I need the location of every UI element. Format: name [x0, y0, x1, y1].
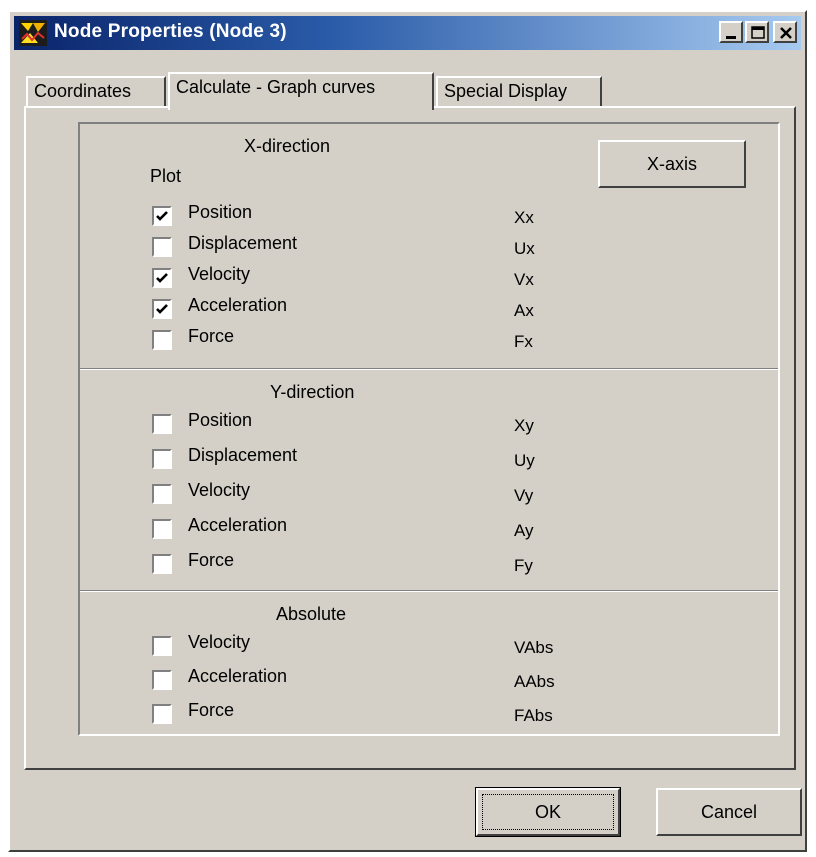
abs-force-label: Force	[188, 700, 235, 720]
x-acceleration-symbol: Ax	[514, 301, 534, 320]
y-position-symbol: Xy	[514, 416, 534, 435]
x-acceleration-label: Acceleration	[188, 295, 288, 315]
y-direction-section: Y-direction Position Xy Displacement Uy …	[80, 370, 778, 590]
y-velocity-symbol: Vy	[514, 486, 534, 505]
window-title: Node Properties (Node 3)	[54, 21, 287, 42]
y-force-symbol: Fy	[514, 556, 533, 575]
graph-options-frame: X-direction Plot X-axis Position Xx Disp…	[78, 122, 780, 736]
y-force-checkbox[interactable]	[152, 554, 172, 574]
y-position-checkbox[interactable]	[152, 414, 172, 434]
y-velocity-checkbox[interactable]	[152, 484, 172, 504]
y-position-label: Position	[188, 410, 253, 430]
maximize-icon	[751, 26, 765, 39]
check-icon	[156, 304, 168, 314]
cancel-button-label: Cancel	[700, 802, 758, 822]
x-velocity-symbol: Vx	[514, 270, 534, 289]
x-axis-button[interactable]: X-axis	[598, 140, 746, 188]
x-position-symbol: Xx	[514, 208, 534, 227]
absolute-section: Absolute Velocity VAbs Acceleration AAbs…	[80, 592, 778, 732]
close-button[interactable]	[773, 21, 797, 43]
x-position-label: Position	[188, 202, 253, 222]
check-icon	[156, 273, 168, 283]
plot-label: Plot	[150, 166, 182, 186]
y-acceleration-checkbox[interactable]	[152, 519, 172, 539]
abs-force-checkbox[interactable]	[152, 704, 172, 724]
title-bar[interactable]: Node Properties (Node 3)	[14, 16, 801, 50]
y-force-label: Force	[188, 550, 235, 570]
x-force-symbol: Fx	[514, 332, 533, 351]
y-displacement-label: Displacement	[188, 445, 298, 465]
abs-velocity-checkbox[interactable]	[152, 636, 172, 656]
y-displacement-symbol: Uy	[514, 451, 535, 470]
x-direction-title: X-direction	[244, 136, 331, 156]
close-icon	[780, 27, 792, 39]
ok-button-label: OK	[534, 802, 561, 822]
x-force-label: Force	[188, 326, 235, 346]
x-position-checkbox[interactable]	[152, 206, 172, 226]
y-displacement-checkbox[interactable]	[152, 449, 172, 469]
abs-velocity-label: Velocity	[188, 632, 251, 652]
tab-coordinates[interactable]: Coordinates	[26, 76, 166, 106]
node-properties-dialog: Node Properties (Node 3) Coordinates Cal…	[8, 10, 807, 852]
abs-acceleration-symbol: AAbs	[514, 672, 555, 691]
x-acceleration-checkbox[interactable]	[152, 299, 172, 319]
x-displacement-checkbox[interactable]	[152, 237, 172, 257]
y-acceleration-label: Acceleration	[188, 515, 288, 535]
tab-coordinates-label: Coordinates	[34, 81, 132, 101]
abs-force-symbol: FAbs	[514, 706, 553, 725]
absolute-title: Absolute	[276, 604, 347, 624]
abs-acceleration-checkbox[interactable]	[152, 670, 172, 690]
x-displacement-label: Displacement	[188, 233, 298, 253]
tab-panel: X-direction Plot X-axis Position Xx Disp…	[24, 106, 796, 770]
tab-calculate-graph-curves-label: Calculate - Graph curves	[176, 77, 376, 97]
x-velocity-label: Velocity	[188, 264, 251, 284]
y-direction-title: Y-direction	[270, 382, 355, 402]
maximize-button[interactable]	[745, 21, 769, 43]
abs-velocity-symbol: VAbs	[514, 638, 554, 657]
x-direction-section: X-direction Plot X-axis Position Xx Disp…	[80, 124, 778, 368]
minimize-icon	[726, 36, 736, 39]
x-velocity-checkbox[interactable]	[152, 268, 172, 288]
abs-acceleration-label: Acceleration	[188, 666, 288, 686]
x-displacement-symbol: Ux	[514, 239, 535, 258]
cancel-button[interactable]: Cancel	[656, 788, 802, 836]
minimize-button[interactable]	[719, 21, 743, 43]
check-icon	[156, 211, 168, 221]
tab-special-display[interactable]: Special Display	[436, 76, 602, 106]
app-icon	[18, 19, 48, 47]
tab-special-display-label: Special Display	[444, 81, 568, 101]
x-axis-button-label: X-axis	[646, 154, 697, 174]
y-acceleration-symbol: Ay	[514, 521, 534, 540]
x-force-checkbox[interactable]	[152, 330, 172, 350]
tab-calculate-graph-curves[interactable]: Calculate - Graph curves	[168, 72, 434, 110]
ok-button[interactable]: OK	[475, 787, 621, 837]
y-velocity-label: Velocity	[188, 480, 251, 500]
